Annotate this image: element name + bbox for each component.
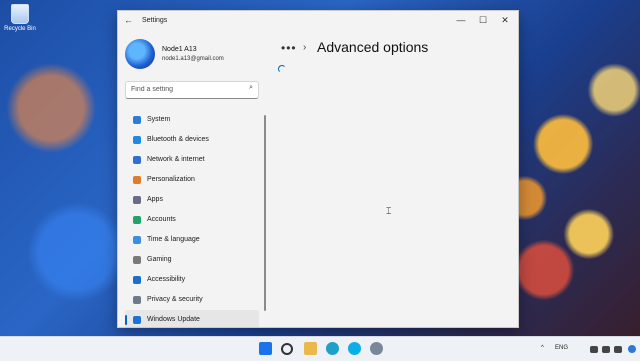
loading-spinner-icon [278,65,286,73]
accessibility-icon [133,276,141,284]
taskbar: ^ ENG [0,336,640,361]
profile-name: Node1 A13 [162,46,197,53]
sidebar-item-label: Time & language [147,236,200,243]
settings-window: ← Settings — ☐ ✕ Node1 A13 node1.a13@gma… [117,10,519,328]
language-indicator[interactable]: ENG [555,345,568,351]
tray-chevron-icon[interactable]: ^ [541,345,544,351]
settings-gear-icon[interactable] [370,342,383,355]
sidebar-item-network[interactable]: Network & internet [125,150,259,170]
search-taskbar-icon[interactable] [281,343,293,355]
close-button[interactable]: ✕ [498,14,512,26]
brush-icon [133,176,141,184]
sidebar-item-bluetooth[interactable]: Bluetooth & devices [125,130,259,150]
sidebar-item-label: Apps [147,196,163,203]
minimize-button[interactable]: — [454,14,468,26]
volume-icon[interactable] [602,346,610,353]
recycle-bin-label: Recycle Bin [4,26,36,32]
start-button[interactable] [259,342,272,355]
sidebar-item-privacy[interactable]: Privacy & security [125,290,259,310]
sidebar-item-time-language[interactable]: Time & language [125,230,259,250]
avatar [125,39,155,69]
window-title: Settings [142,17,168,24]
recycle-bin-desktop-icon[interactable]: Recycle Bin [2,4,38,32]
sidebar-item-label: Windows Update [147,316,200,323]
breadcrumb-separator-icon: › [303,42,307,53]
sidebar-nav: System Bluetooth & devices Network & int… [125,110,259,327]
sidebar-item-label: Personalization [147,176,195,183]
update-icon [133,316,141,324]
network-icon[interactable] [590,346,598,353]
page-title: Advanced options [317,39,429,55]
sidebar-item-gaming[interactable]: Gaming [125,250,259,270]
sidebar-item-label: Privacy & security [147,296,203,303]
file-explorer-icon[interactable] [304,342,317,355]
skype-icon[interactable] [348,342,361,355]
sidebar-scrollbar[interactable] [264,115,266,311]
battery-icon[interactable] [614,346,622,353]
user-profile[interactable]: Node1 A13 node1.a13@gmail.com [125,39,255,71]
sidebar-item-label: Gaming [147,256,172,263]
search-box[interactable]: ⌕ [125,81,259,99]
title-bar[interactable]: ← Settings — ☐ ✕ [118,11,518,31]
wifi-icon [133,156,141,164]
apps-icon [133,196,141,204]
sidebar-item-accessibility[interactable]: Accessibility [125,270,259,290]
search-input[interactable] [131,84,241,95]
sidebar-item-apps[interactable]: Apps [125,190,259,210]
profile-email: node1.a13@gmail.com [162,56,224,62]
shield-icon [133,296,141,304]
maximize-button[interactable]: ☐ [476,14,490,26]
bluetooth-icon [133,136,141,144]
edge-browser-icon[interactable] [326,342,339,355]
sidebar-item-accounts[interactable]: Accounts [125,210,259,230]
back-arrow-icon[interactable]: ← [124,15,133,25]
sidebar-item-label: Accounts [147,216,176,223]
sidebar-item-system[interactable]: System [125,110,259,130]
sidebar-item-label: System [147,116,171,123]
search-icon[interactable]: ⌕ [249,84,253,92]
sidebar-item-label: Network & internet [147,156,205,163]
gaming-icon [133,256,141,264]
recycle-bin-icon [11,4,29,24]
notification-icon[interactable] [628,345,636,353]
sidebar-item-personalization[interactable]: Personalization [125,170,259,190]
breadcrumb-more-button[interactable]: ••• [281,41,297,55]
sidebar-item-windows-update[interactable]: Windows Update [125,310,259,327]
accounts-icon [133,216,141,224]
system-icon [133,116,141,124]
sidebar-item-label: Accessibility [147,276,186,283]
mouse-cursor-icon: ⌶ [386,206,392,216]
globe-icon [133,236,141,244]
sidebar-item-label: Bluetooth & devices [147,136,209,143]
